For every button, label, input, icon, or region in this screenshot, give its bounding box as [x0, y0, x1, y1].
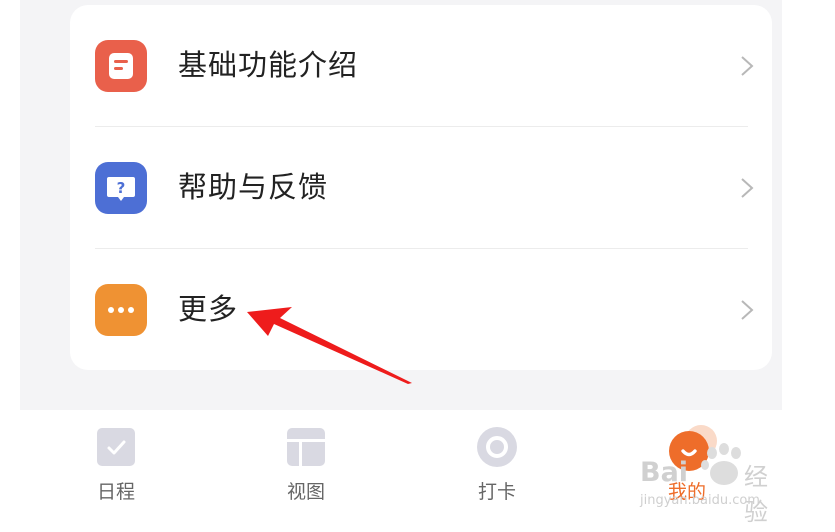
menu-item-label: 基础功能介绍 — [178, 48, 359, 82]
more-dots-icon — [95, 284, 147, 336]
tab-mine[interactable]: 我的 — [617, 410, 757, 520]
chevron-right-icon — [740, 55, 754, 81]
tab-view[interactable]: 视图 — [236, 410, 376, 520]
chevron-right-icon — [740, 299, 754, 325]
tab-label: 我的 — [667, 481, 706, 503]
bottom-tab-bar: 日程 视图 打卡 我的 — [20, 410, 782, 532]
content-area: 基础功能介绍 ? 帮助与反馈 更多 — [20, 0, 782, 410]
help-chat-icon: ? — [95, 162, 147, 214]
menu-item-help-feedback[interactable]: ? 帮助与反馈 — [70, 127, 772, 247]
menu-item-more[interactable]: 更多 — [70, 249, 772, 369]
ring-icon — [477, 427, 517, 467]
smile-avatar-icon — [667, 425, 717, 471]
tab-label: 视图 — [286, 481, 325, 503]
menu-item-label: 更多 — [178, 292, 239, 326]
document-icon — [95, 40, 147, 92]
settings-card: 基础功能介绍 ? 帮助与反馈 更多 — [70, 5, 772, 370]
chevron-right-icon — [740, 177, 754, 203]
tab-label: 打卡 — [477, 481, 516, 503]
layout-icon — [286, 427, 326, 467]
checkbox-icon — [96, 427, 136, 467]
tab-schedule[interactable]: 日程 — [46, 410, 186, 520]
svg-text:?: ? — [117, 179, 126, 197]
menu-item-label: 帮助与反馈 — [178, 170, 329, 204]
menu-item-basic-features[interactable]: 基础功能介绍 — [70, 5, 772, 125]
tab-label: 日程 — [96, 481, 135, 503]
tab-checkin[interactable]: 打卡 — [427, 410, 567, 520]
